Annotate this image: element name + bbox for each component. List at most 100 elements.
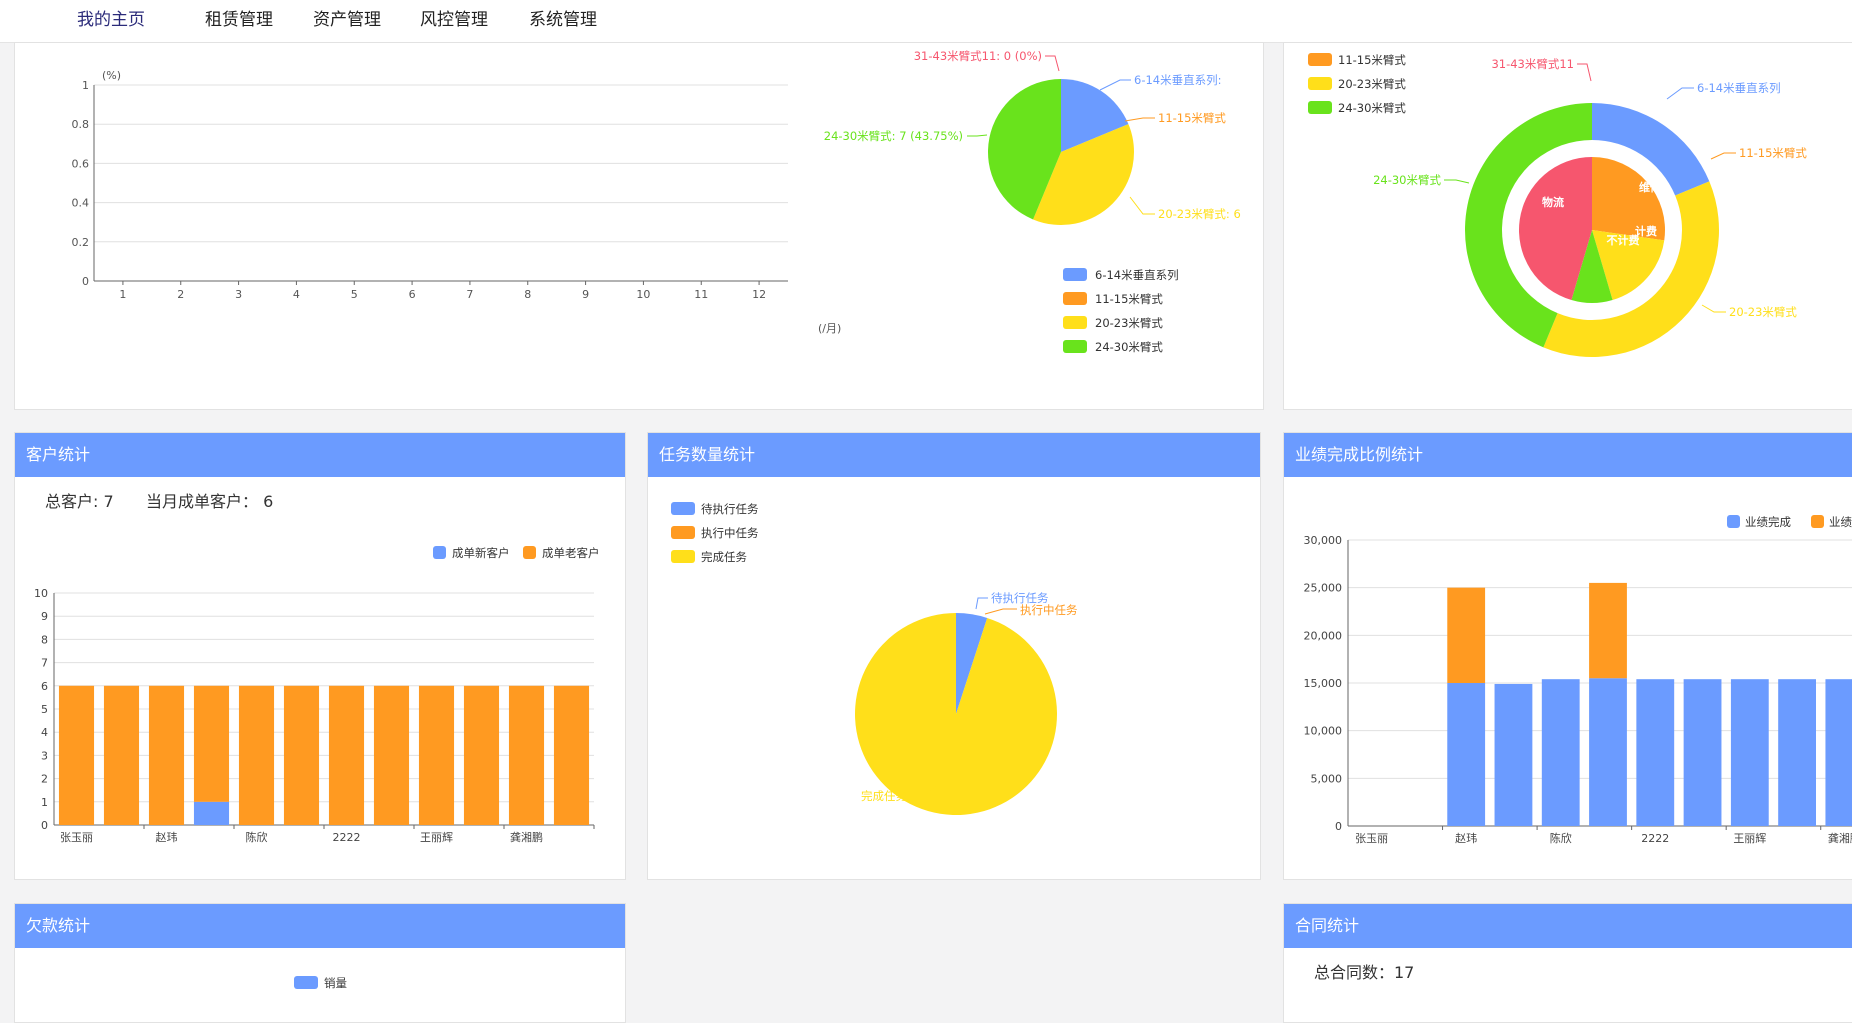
nav-tab-leasing[interactable]: 租赁管理 <box>195 0 283 42</box>
task-panel: 任务数量统计 待执行任务 执行中任务 完成任务 待执行任务 执行中任务 完成任务 <box>647 432 1261 880</box>
perf-legend-target[interactable]: 业绩 <box>1829 515 1852 529</box>
perf-x-tick: 龚湘鹏 <box>1828 831 1852 845</box>
perf-x-tick: 王丽辉 <box>1733 832 1766 845</box>
perf-legend-swatch-done[interactable] <box>1727 515 1740 528</box>
perf-legend-swatch-target[interactable] <box>1811 515 1824 528</box>
customer-bar-chart: 成单新客户 成单老客户 0 1 2 3 4 5 6 7 8 9 10 张玉丽 赵玮 陈欣 2222 王丽辉 龚湘… <box>34 546 600 844</box>
perf-bar <box>1778 679 1816 826</box>
customer-x-tick: 陈欣 <box>246 830 268 844</box>
customer-bar <box>373 685 410 825</box>
customer-bar <box>553 685 590 825</box>
customer-legend-swatch-new[interactable] <box>433 546 446 559</box>
task-label-running: 执行中任务 <box>1020 603 1078 617</box>
perf-y-tick: 0 <box>1335 820 1342 833</box>
perf-x-tick: 2222 <box>1641 832 1669 845</box>
customer-panel: 客户统计 总客户: 7 当月成单客户： 6 成单新客户 成单老客户 012345… <box>14 432 626 880</box>
status-donut-legend: 11-15米臂式 20-23米臂式 24-30米臂式 <box>1308 53 1406 115</box>
customer-bar <box>283 685 320 825</box>
callout-line-red <box>1045 55 1060 72</box>
perf-y-tick: 25,000 <box>1304 582 1343 595</box>
donut-legend-swatch-green[interactable] <box>1308 101 1332 114</box>
perf-bar <box>1447 683 1486 826</box>
customer-bar <box>193 801 230 825</box>
perf-bar <box>1589 582 1627 679</box>
legend-label-2[interactable]: 20-23米臂式 <box>1095 316 1163 330</box>
legend-label-1[interactable]: 11-15米臂式 <box>1095 292 1163 306</box>
contract-panel: 合同统计 总合同数：17 <box>1283 903 1852 1023</box>
type-pie-label-red: 31-43米臂式11: 0 (0%) <box>914 49 1042 63</box>
customer-x-tick: 张玉丽 <box>60 831 93 844</box>
perf-bar <box>1636 679 1675 826</box>
customer-bar <box>463 685 500 825</box>
perf-bar <box>1683 679 1722 826</box>
task-legend-running[interactable]: 执行中任务 <box>701 526 759 540</box>
legend-swatch-orange[interactable] <box>1063 292 1087 305</box>
nav-tab-assets[interactable]: 资产管理 <box>303 0 391 42</box>
task-legend-swatch-running[interactable] <box>671 526 695 539</box>
customer-x-tick: 赵玮 <box>156 830 178 844</box>
type-pie-label-orange: 11-15米臂式 <box>1158 111 1226 125</box>
customer-y-tick: 9 <box>41 610 48 623</box>
task-callout-running <box>984 608 1017 615</box>
type-pie-label-blue: 6-14米垂直系列: <box>1134 73 1221 87</box>
customer-bar <box>103 685 140 825</box>
nav-tab-risk[interactable]: 风控管理 <box>410 0 498 42</box>
perf-x-tick: 张玉丽 <box>1355 832 1388 845</box>
debt-panel: 欠款统计 销量 <box>14 903 626 1023</box>
customer-y-tick: 8 <box>41 633 48 646</box>
perf-bar <box>1494 683 1533 826</box>
customer-bar <box>193 685 230 802</box>
performance-panel: 业绩完成比例统计 业绩完成 业绩 0 5,000 10,000 15,000 20,00… <box>1283 432 1852 880</box>
legend-swatch-green[interactable] <box>1063 340 1087 353</box>
customer-y-tick: 5 <box>41 703 48 716</box>
type-pie-label-green: 24-30米臂式: 7 (43.75%) <box>824 129 963 143</box>
status-donut-chart: 11-15米臂式 20-23米臂式 24-30米臂式 31-43米臂式11 6-… <box>1308 53 1807 357</box>
customer-bar <box>418 685 455 825</box>
donut-legend-swatch-orange[interactable] <box>1308 53 1332 66</box>
perf-y-tick: 10,000 <box>1304 725 1343 738</box>
overview-panel: 0 0.2 0.4 0.6 0.8 1 1 2 3 4 5 6 7 8 9 10 11 12 (%) (/月) 3… <box>14 42 1264 410</box>
customer-y-tick: 6 <box>41 680 48 693</box>
customer-x-tick: 王丽辉 <box>420 831 453 844</box>
perf-y-tick: 15,000 <box>1304 677 1343 690</box>
perf-bar <box>1825 679 1852 826</box>
customer-x-tick: 2222 <box>333 831 361 844</box>
nav-tab-system[interactable]: 系统管理 <box>519 0 607 42</box>
customer-legend-old[interactable]: 成单老客户 <box>542 546 600 560</box>
callout-line-yellow <box>1129 196 1155 215</box>
donut-legend-label-0[interactable]: 11-15米臂式 <box>1338 53 1406 67</box>
customer-y-tick: 4 <box>41 726 48 739</box>
perf-bar <box>1589 678 1627 826</box>
task-legend-swatch-pending[interactable] <box>671 502 695 515</box>
donut-label-blue: 6-14米垂直系列 <box>1697 81 1781 95</box>
inner-label-bujifei: 不计费 <box>1607 233 1640 247</box>
legend-label-0[interactable]: 6-14米垂直系列 <box>1095 268 1179 282</box>
donut-legend-label-2[interactable]: 24-30米臂式 <box>1338 101 1406 115</box>
customer-bar <box>58 685 95 825</box>
perf-x-tick: 赵玮 <box>1455 831 1477 845</box>
debt-legend-label[interactable]: 销量 <box>324 976 347 990</box>
task-legend-done[interactable]: 完成任务 <box>701 550 747 564</box>
performance-bar-chart: 业绩完成 业绩 0 5,000 10,000 15,000 20,000 25,000 30… <box>1304 515 1852 845</box>
task-legend-pending[interactable]: 待执行任务 <box>701 502 759 516</box>
customer-y-tick: 7 <box>41 657 48 670</box>
type-pie-chart: 31-43米臂式11: 0 (0%) 6-14米垂直系列: 11-15米臂式 2… <box>824 49 1241 354</box>
inner-label-wuliu: 物流 <box>1542 195 1564 209</box>
debt-chart: 销量 <box>294 976 347 990</box>
donut-label-red: 31-43米臂式11 <box>1491 57 1574 71</box>
customer-y-tick: 0 <box>41 819 48 832</box>
donut-legend-swatch-yellow[interactable] <box>1308 77 1332 90</box>
debt-legend-swatch[interactable] <box>294 976 318 989</box>
customer-y-tick: 10 <box>34 587 48 600</box>
nav-tab-home[interactable]: 我的主页 <box>57 0 165 44</box>
donut-callout-blue <box>1666 87 1694 100</box>
customer-legend-swatch-old[interactable] <box>523 546 536 559</box>
customer-legend-new[interactable]: 成单新客户 <box>452 546 510 560</box>
legend-label-3[interactable]: 24-30米臂式 <box>1095 340 1163 354</box>
legend-swatch-yellow[interactable] <box>1063 316 1087 329</box>
task-legend-swatch-done[interactable] <box>671 550 695 563</box>
donut-legend-label-1[interactable]: 20-23米臂式 <box>1338 77 1406 91</box>
legend-swatch-blue[interactable] <box>1063 268 1087 281</box>
perf-legend-done[interactable]: 业绩完成 <box>1745 515 1791 529</box>
perf-y-tick: 5,000 <box>1311 772 1343 785</box>
